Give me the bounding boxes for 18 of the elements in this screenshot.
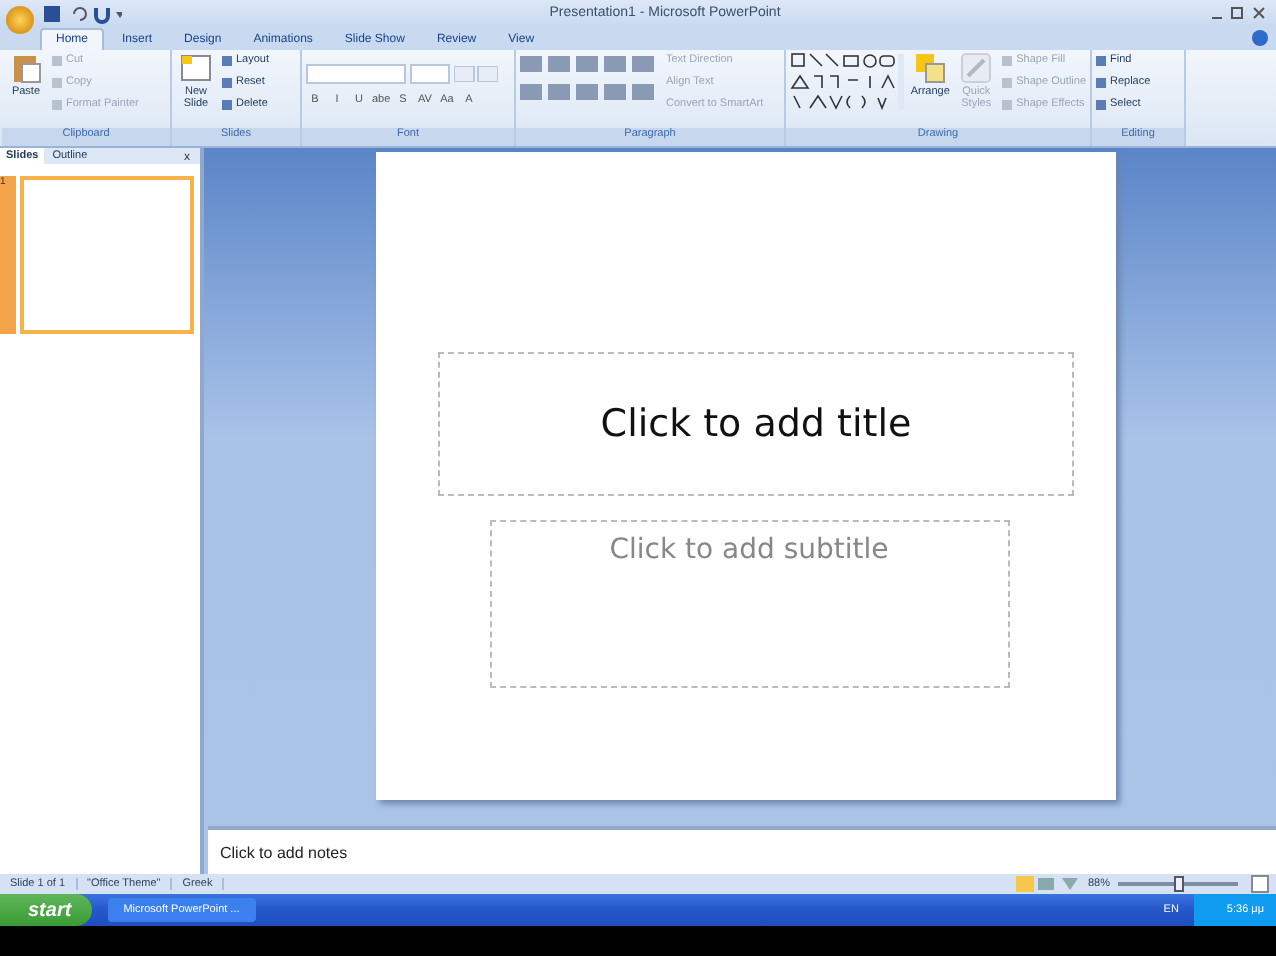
window-controls-icon[interactable] bbox=[1208, 5, 1268, 21]
office-button[interactable] bbox=[6, 5, 34, 33]
quick-access-toolbar-icon[interactable] bbox=[42, 3, 122, 23]
shapes-gallery-icon[interactable] bbox=[790, 52, 905, 112]
font-size-field[interactable] bbox=[410, 64, 450, 84]
fit-window-icon[interactable] bbox=[1250, 874, 1270, 894]
paragraph-buttons-icon[interactable] bbox=[520, 52, 660, 104]
title-placeholder[interactable]: Click to add title bbox=[438, 352, 1074, 496]
quick-styles-icon bbox=[960, 52, 993, 84]
view-buttons-icon[interactable] bbox=[1015, 876, 1080, 892]
notes-field[interactable]: Click to add notes bbox=[208, 826, 1276, 874]
zoom-slider-thumb[interactable] bbox=[1174, 876, 1184, 892]
help-icon[interactable] bbox=[1252, 30, 1268, 46]
clipboard-icon bbox=[10, 52, 42, 84]
slide-icon bbox=[180, 52, 212, 84]
stacked-shapes-icon bbox=[914, 52, 947, 84]
subtitle-placeholder[interactable]: Click to add subtitle bbox=[489, 520, 1009, 688]
font-name-field[interactable] bbox=[306, 64, 406, 84]
